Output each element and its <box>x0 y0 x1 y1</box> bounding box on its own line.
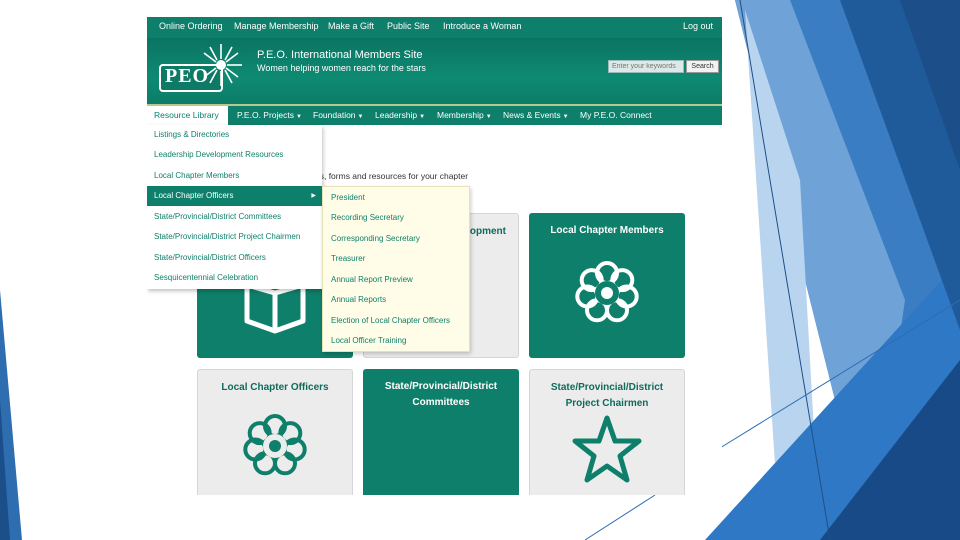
star-icon <box>572 415 642 483</box>
submenu-item-recording-secretary[interactable]: Recording Secretary <box>323 208 469 228</box>
tile-state-committees[interactable]: State/Provincial/District Committees <box>363 369 519 495</box>
submenu-item-president[interactable]: President <box>323 188 469 208</box>
nav-peo-projects[interactable]: P.E.O. Projects ▼ <box>237 106 302 125</box>
site-tagline: Women helping women reach for the stars <box>257 63 426 73</box>
tile-title: State/Provincial/District Committees <box>384 381 498 408</box>
officers-submenu: President Recording Secretary Correspond… <box>322 186 470 352</box>
caret-down-icon: ▼ <box>357 114 364 120</box>
nav-my-peo-connect[interactable]: My P.E.O. Connect <box>580 106 652 125</box>
book-icon <box>244 282 306 334</box>
nav-news-events[interactable]: News & Events ▼ <box>503 106 569 125</box>
caret-down-icon: ▼ <box>485 114 492 120</box>
nav-label: Resource Library <box>154 110 219 120</box>
nav-label: Foundation <box>313 110 356 120</box>
logout-link[interactable]: Log out <box>683 21 713 31</box>
nav-label: News & Events <box>503 110 561 120</box>
nav-leadership[interactable]: Leadership ▼ <box>375 106 425 125</box>
top-link-manage-membership[interactable]: Manage Membership <box>234 21 319 31</box>
nav-foundation[interactable]: Foundation ▼ <box>313 106 364 125</box>
menu-item-local-chapter-members[interactable]: Local Chapter Members <box>147 166 322 186</box>
menu-item-state-project-chairmen[interactable]: State/Provincial/District Project Chairm… <box>147 227 322 247</box>
tile-local-chapter-officers[interactable]: Local Chapter Officers <box>197 369 353 495</box>
caret-down-icon: ▼ <box>419 114 426 120</box>
site-header: PEO P.E.O. International Members Site Wo… <box>147 38 722 106</box>
menu-item-state-officers[interactable]: State/Provincial/District Officers <box>147 248 322 268</box>
nav-label: Membership <box>437 110 484 120</box>
tile-state-project-chairmen[interactable]: State/Provincial/District Project Chairm… <box>529 369 685 495</box>
resource-library-menu: Listings & Directories Leadership Develo… <box>147 125 322 289</box>
search-input[interactable] <box>608 60 684 73</box>
top-link-public-site[interactable]: Public Site <box>387 21 430 31</box>
caret-down-icon: ▼ <box>562 114 569 120</box>
nav-label: P.E.O. Projects <box>237 110 295 120</box>
submenu-item-corresponding-secretary[interactable]: Corresponding Secretary <box>323 229 469 249</box>
utility-bar: Online Ordering Manage Membership Make a… <box>147 17 722 38</box>
website-screenshot: Online Ordering Manage Membership Make a… <box>147 17 722 495</box>
top-link-online-ordering[interactable]: Online Ordering <box>159 21 223 31</box>
nav-resource-library[interactable]: Resource Library <box>147 106 228 125</box>
nav-membership[interactable]: Membership ▼ <box>437 106 492 125</box>
menu-item-label: Local Chapter Officers <box>154 191 234 200</box>
nav-label: My P.E.O. Connect <box>580 110 652 120</box>
menu-item-state-committees[interactable]: State/Provincial/District Committees <box>147 207 322 227</box>
main-nav: Resource Library P.E.O. Projects ▼ Founda… <box>147 106 722 125</box>
menu-item-sesquicentennial[interactable]: Sesquicentennial Celebration <box>147 268 322 288</box>
intro-text: gs, forms and resources for your chapter <box>315 171 469 181</box>
daisy-logo-icon <box>200 44 242 86</box>
menu-item-local-chapter-officers[interactable]: Local Chapter Officers ▶ <box>147 186 322 206</box>
daisy-icon <box>243 414 307 476</box>
tile-title: Local Chapter Members <box>550 225 664 236</box>
menu-item-listings-directories[interactable]: Listings & Directories <box>147 125 322 145</box>
submenu-item-annual-reports[interactable]: Annual Reports <box>323 290 469 310</box>
site-title: P.E.O. International Members Site <box>257 49 423 61</box>
submenu-item-annual-report-preview[interactable]: Annual Report Preview <box>323 270 469 290</box>
search-button[interactable]: Search <box>686 60 719 73</box>
tile-title: State/Provincial/District Project Chairm… <box>550 382 664 409</box>
menu-item-leadership-development[interactable]: Leadership Development Resources <box>147 145 322 165</box>
top-link-make-a-gift[interactable]: Make a Gift <box>328 21 374 31</box>
tile-title: Local Chapter Officers <box>221 382 329 393</box>
chevron-right-icon: ▶ <box>311 193 316 199</box>
caret-down-icon: ▼ <box>296 114 302 120</box>
top-link-introduce-a-woman[interactable]: Introduce a Woman <box>443 21 521 31</box>
daisy-icon <box>575 261 639 323</box>
submenu-item-treasurer[interactable]: Treasurer <box>323 249 469 269</box>
tile-local-chapter-members[interactable]: Local Chapter Members <box>529 213 685 358</box>
submenu-item-election[interactable]: Election of Local Chapter Officers <box>323 311 469 331</box>
nav-label: Leadership <box>375 110 418 120</box>
submenu-item-officer-training[interactable]: Local Officer Training <box>323 331 469 351</box>
